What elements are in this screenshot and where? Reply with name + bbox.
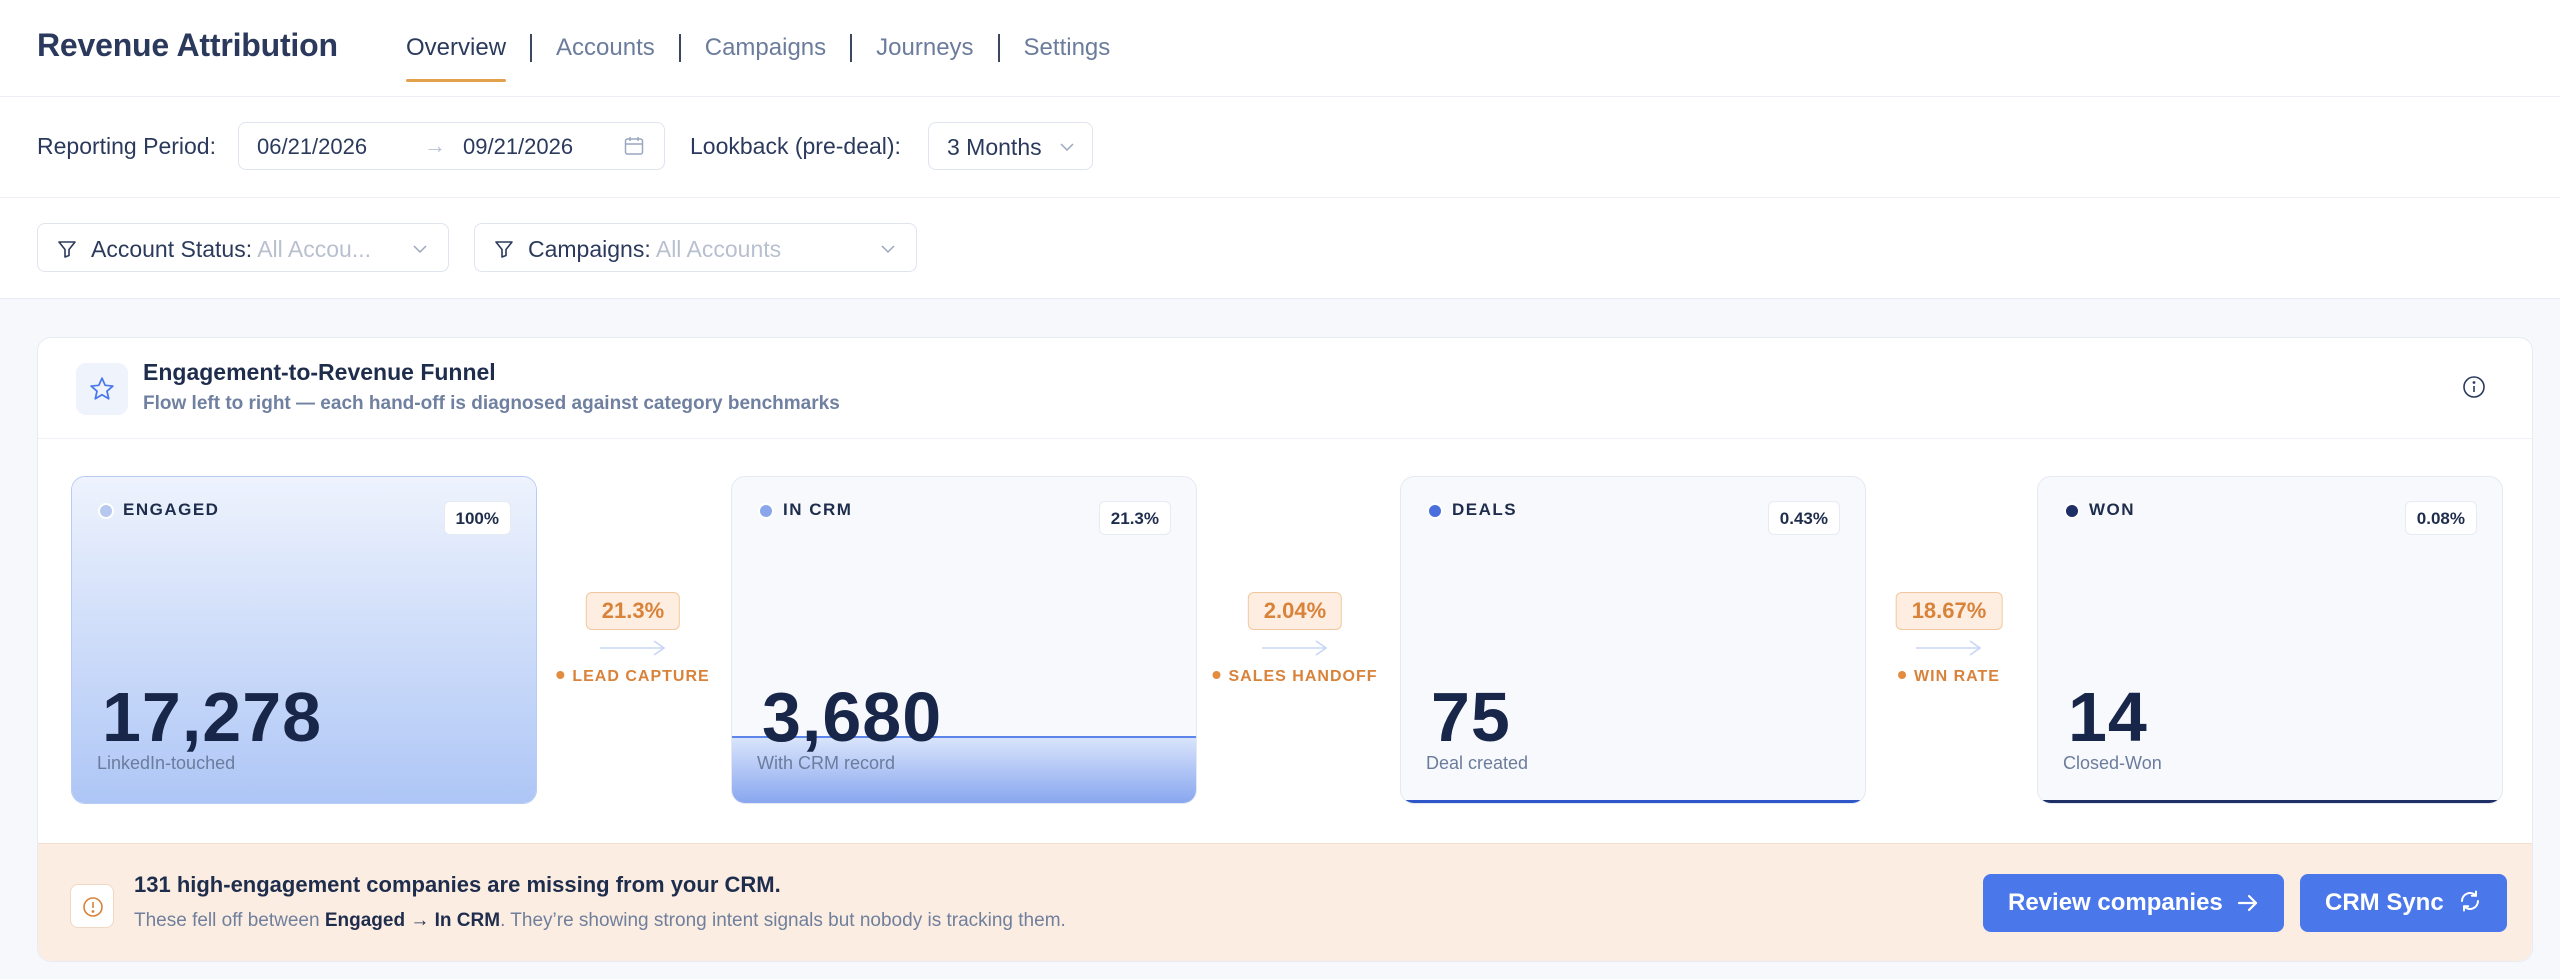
conversion-rate-badge: 2.04% (1247, 592, 1343, 630)
funnel-stage-deals[interactable]: DEALS 0.43% 75 Deal created (1400, 476, 1866, 804)
stage-dot (1427, 503, 1443, 519)
crm-gap-alert: 131 high-engagement companies are missin… (38, 843, 2532, 961)
funnel-stage-engaged[interactable]: ENGAGED 100% 17,278 LinkedIn-touched (71, 476, 537, 804)
lookback-select[interactable]: 3 Months (928, 122, 1093, 170)
chevron-down-icon (1060, 143, 1074, 152)
funnel-title: Engagement-to-Revenue Funnel (143, 359, 496, 385)
connector-label: WIN RATE (1898, 668, 2000, 686)
filter-icon (495, 241, 513, 258)
tab-campaigns[interactable]: Campaigns (705, 0, 826, 82)
stage-caption: LinkedIn-touched (97, 753, 236, 773)
stage-dot (758, 503, 774, 519)
campaigns-filter[interactable]: Campaigns: All Accounts (474, 223, 917, 272)
stage-name: DEALS (1452, 500, 1518, 519)
review-companies-label: Review companies (2008, 889, 2223, 916)
stage-percentage-badge: 0.08% (2404, 501, 2477, 535)
arrow-right-icon (1262, 640, 1328, 656)
funnel-icon-badge (76, 363, 128, 415)
chevron-down-icon (413, 245, 427, 254)
start-date[interactable]: 06/21/2026 (257, 134, 367, 160)
stage-count: 14 (2068, 678, 2148, 756)
top-navigation-bar: Revenue Attribution Overview Accounts Ca… (0, 0, 2560, 97)
funnel-stage-won[interactable]: WON 0.08% 14 Closed-Won (2037, 476, 2503, 804)
funnel-card: Engagement-to-Revenue Funnel Flow left t… (37, 337, 2533, 962)
conversion-rate-badge: 21.3% (585, 592, 681, 630)
alert-text-post: . They’re showing strong intent signals … (500, 910, 1066, 931)
main-nav: Overview Accounts Campaigns Journeys Set… (406, 0, 1110, 97)
alert-title: 131 high-engagement companies are missin… (134, 872, 781, 897)
connector-label: SALES HANDOFF (1213, 668, 1378, 686)
tab-accounts[interactable]: Accounts (556, 0, 655, 82)
account-status-filter-text: Account Status: All Accou... (91, 236, 371, 263)
nav-divider (530, 34, 533, 62)
alert-arrow: → (405, 910, 435, 931)
review-companies-button[interactable]: Review companies (1983, 874, 2284, 932)
tab-settings[interactable]: Settings (1024, 0, 1111, 82)
connector-label: LEAD CAPTURE (556, 668, 709, 686)
filters-bar: Account Status: All Accou... Campaigns: … (0, 198, 2560, 299)
stage-dot (98, 503, 114, 519)
arrow-right-icon (2237, 894, 2257, 912)
crm-sync-label: CRM Sync (2325, 889, 2444, 916)
stage-caption: With CRM record (757, 753, 896, 773)
alert-from-stage: Engaged (324, 910, 406, 931)
stage-percentage-badge: 100% (443, 501, 511, 535)
stage-count: 17,278 (102, 678, 323, 756)
lookback-label: Lookback (pre-deal): (690, 133, 901, 159)
account-status-value: All Accou... (257, 236, 371, 262)
stage-name: ENGAGED (123, 500, 220, 519)
stage-fill-bar (2038, 800, 2502, 803)
app-title: Revenue Attribution (37, 27, 338, 63)
campaigns-filter-text: Campaigns: All Accounts (528, 236, 781, 263)
conversion-rate-badge: 18.67% (1895, 592, 2003, 630)
funnel-connector-win-rate: 18.67% WIN RATE (1874, 592, 2024, 692)
reporting-period-label: Reporting Period: (37, 133, 216, 159)
crm-sync-button[interactable]: CRM Sync (2300, 874, 2507, 932)
stage-name: IN CRM (783, 500, 853, 519)
campaigns-label: Campaigns: (528, 236, 651, 262)
stage-dot (2064, 503, 2080, 519)
account-status-label: Account Status: (91, 236, 253, 262)
stage-count: 75 (1431, 678, 1511, 756)
star-icon (90, 377, 114, 400)
info-icon[interactable] (2462, 375, 2486, 399)
campaigns-value: All Accounts (655, 236, 782, 262)
nav-divider (678, 34, 681, 62)
stage-percentage-badge: 0.43% (1767, 501, 1840, 535)
stage-name: WON (2089, 500, 2136, 519)
funnel-subtitle: Flow left to right — each hand-off is di… (143, 393, 840, 414)
alert-text-pre: These fell off between (134, 910, 325, 931)
alert-to-stage: In CRM (434, 910, 501, 931)
alert-description: These fell off between Engaged → In CRM.… (134, 910, 1066, 932)
stage-caption: Deal created (1426, 753, 1529, 773)
stage-count: 3,680 (762, 678, 943, 756)
funnel-connector-lead-capture: 21.3% LEAD CAPTURE (556, 592, 709, 692)
tab-journeys[interactable]: Journeys (876, 0, 973, 82)
reporting-period-bar: Reporting Period: 06/21/2026 → 09/21/202… (0, 97, 2560, 198)
alert-icon-badge (70, 884, 114, 928)
end-date[interactable]: 09/21/2026 (463, 134, 573, 160)
stage-caption: Closed-Won (2063, 753, 2162, 773)
calendar-icon[interactable] (624, 136, 644, 156)
stage-percentage-badge: 21.3% (1098, 501, 1171, 535)
nav-divider (850, 34, 853, 62)
funnel-stage-in-crm[interactable]: IN CRM 21.3% 3,680 With CRM record (731, 476, 1197, 804)
nav-divider (997, 34, 1000, 62)
arrow-right-icon (1916, 640, 1982, 656)
chevron-down-icon (881, 245, 895, 254)
sync-icon (2460, 890, 2479, 912)
funnel-connector-sales-handoff: 2.04% SALES HANDOFF (1220, 592, 1377, 692)
funnel-card-header: Engagement-to-Revenue Funnel Flow left t… (38, 338, 2532, 439)
warning-info-icon (83, 897, 103, 917)
date-range-arrow: → (424, 133, 446, 158)
lookback-value: 3 Months (947, 134, 1042, 160)
tab-overview[interactable]: Overview (406, 0, 507, 82)
stage-fill-bar (1401, 800, 1865, 803)
account-status-filter[interactable]: Account Status: All Accou... (37, 223, 449, 272)
date-range-picker[interactable]: 06/21/2026 → 09/21/2026 (238, 122, 665, 170)
filter-icon (58, 241, 76, 258)
arrow-right-icon (600, 640, 666, 656)
